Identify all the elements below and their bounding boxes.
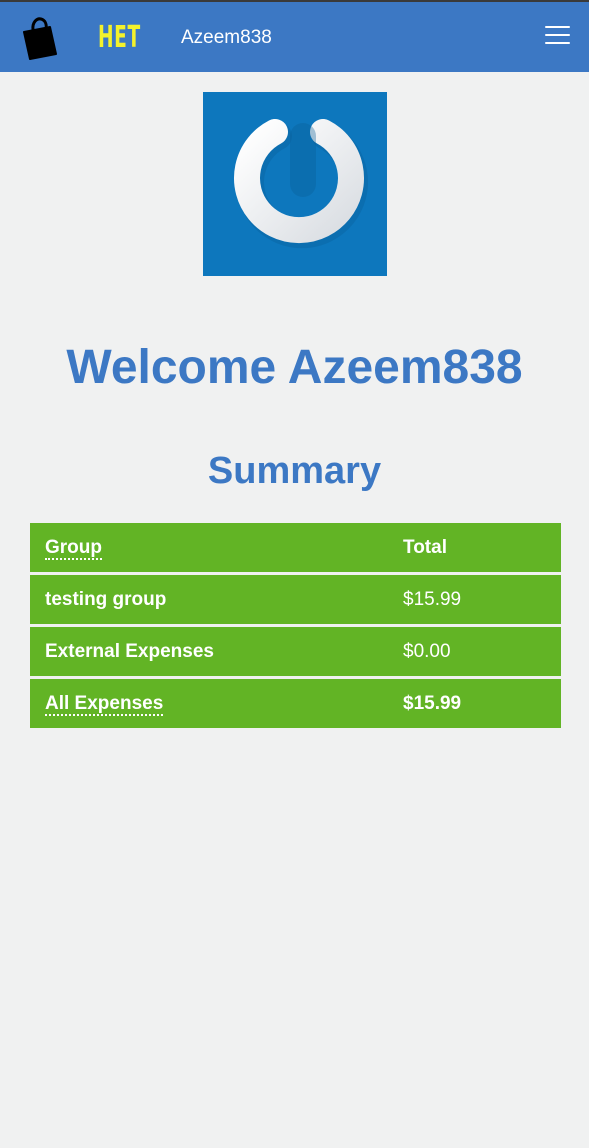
table-row: External Expenses $0.00 <box>30 627 561 676</box>
row-group-name[interactable]: testing group <box>45 589 166 611</box>
brand-logo[interactable]: HET <box>98 20 141 55</box>
summary-heading: Summary <box>207 450 382 492</box>
row-group-name[interactable]: External Expenses <box>45 641 214 663</box>
row-total: $0.00 <box>403 641 451 662</box>
header-total: Total <box>403 537 447 558</box>
summary-table: Group Total testing group $15.99 Externa… <box>30 523 561 728</box>
table-footer-row: All Expenses $15.99 <box>30 679 561 728</box>
navbar: HET Azeem838 <box>0 2 589 72</box>
welcome-heading: Welcome Azeem838 <box>66 341 523 394</box>
table-row: testing group $15.99 <box>30 575 561 624</box>
footer-group: All Expenses <box>45 693 164 716</box>
hamburger-menu-icon[interactable] <box>544 24 572 46</box>
shopping-bag-icon[interactable] <box>20 16 60 60</box>
footer-total: $15.99 <box>403 693 462 714</box>
header-group: Group <box>45 537 102 560</box>
power-logo <box>203 92 387 276</box>
navbar-username[interactable]: Azeem838 <box>181 27 272 49</box>
table-header-row: Group Total <box>30 523 561 572</box>
row-total: $15.99 <box>403 589 462 610</box>
